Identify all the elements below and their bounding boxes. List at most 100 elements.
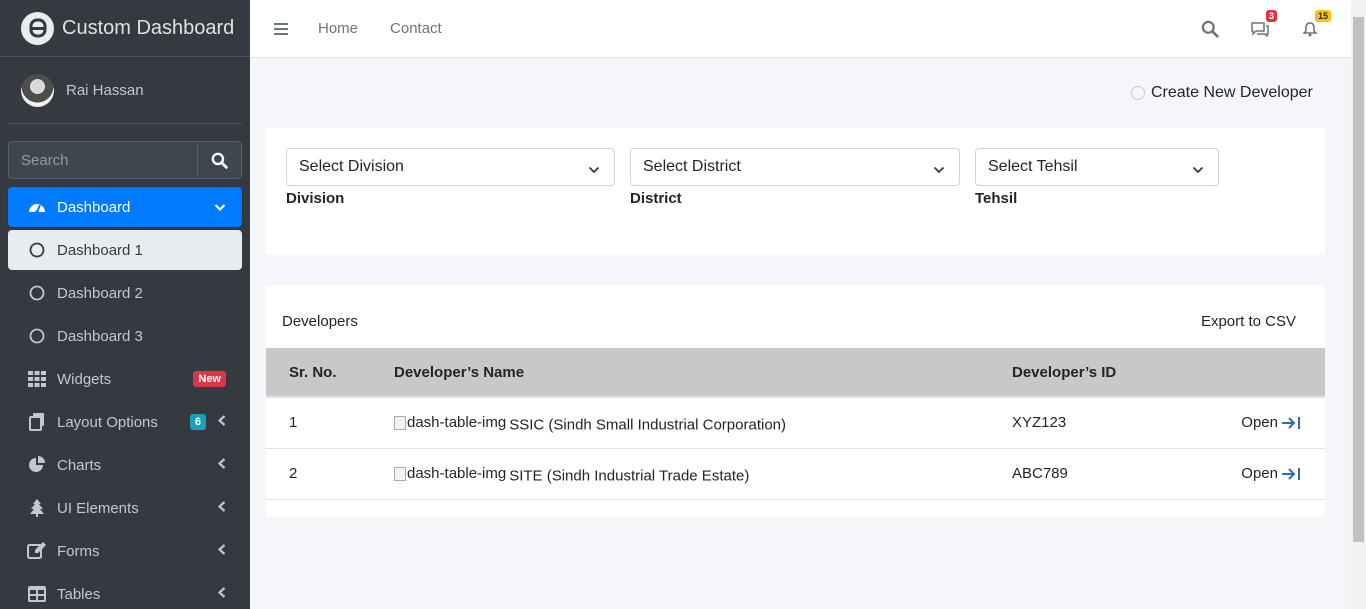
circle-icon [27,326,47,346]
search-icon [211,152,228,169]
new-badge: New [193,371,226,387]
chevron-left-icon [217,586,226,603]
sidebar-nav: Dashboard Dashboard 1 Dashboard 2 Dashbo… [8,187,242,609]
district-select[interactable]: Select District [630,148,960,186]
tree-icon [27,498,47,518]
tehsil-select[interactable]: Select Tehsil [975,148,1219,186]
user-panel[interactable]: Rai Hassan [8,57,242,124]
brand-text: Custom Dashboard [62,16,235,39]
chevron-down-icon [588,161,600,179]
tehsil-label: Tehsil [975,190,1018,207]
hamburger-menu-icon[interactable] [274,22,288,35]
sidebar-item-label: Forms [57,542,100,560]
sidebar-item-dashboard-2[interactable]: Dashboard 2 [8,273,242,313]
circle-icon [27,283,47,303]
sidebar-item-label: Layout Options [57,413,158,431]
division-select[interactable]: Select Division [286,148,615,186]
brand-link[interactable]: Custom Dashboard [0,0,250,57]
image-alt-text: dash-table-img [407,465,507,482]
cell-sr-no: 2 [289,465,298,482]
table-row: 1 dash-table-img SSIC (Sindh Small Indust… [266,398,1325,449]
nav-contact-link[interactable]: Contact [390,20,442,37]
messages-button[interactable]: 3 [1235,10,1285,37]
page-scrollbar[interactable] [1351,0,1366,609]
notifications-badge: 15 [1314,10,1331,22]
create-new-developer-link[interactable]: Create New Developer [1131,84,1313,102]
division-label: Division [286,190,345,207]
chevron-down-icon [1192,161,1204,179]
top-navbar: Home Contact 3 15 [250,0,1351,58]
column-header-sr-no[interactable]: Sr. No. [289,364,337,381]
sidebar-search-input[interactable] [8,141,197,179]
nav-home-link[interactable]: Home [318,20,358,37]
copy-icon [27,412,47,432]
sidebar-item-label: Dashboard 2 [57,284,143,302]
sidebar: Custom Dashboard Rai Hassan Dashboard Da… [0,0,250,609]
user-name: Rai Hassan [66,81,144,99]
sidebar-item-charts[interactable]: Charts [8,445,242,485]
image-alt-text: dash-table-img [407,414,507,431]
grid-icon [27,369,47,389]
sign-in-arrow-icon [1282,416,1300,429]
pie-chart-icon [27,455,47,475]
cell-developer-id: ABC789 [1012,465,1068,482]
brand-logo-icon [21,11,54,45]
sidebar-item-dashboard[interactable]: Dashboard [8,187,242,227]
plus-circle-icon [1131,86,1145,100]
district-label: District [630,190,682,207]
sidebar-item-dashboard-1[interactable]: Dashboard 1 [8,230,242,270]
sidebar-item-label: Charts [57,456,102,474]
tachometer-icon [27,197,47,217]
bell-icon [1302,22,1318,37]
chevron-down-icon [933,161,945,179]
cell-developer-name: dash-table-img SITE (Sindh Industrial Tra… [394,465,749,485]
search-icon [1201,20,1219,38]
export-csv-button[interactable]: Export to CSV [1201,313,1296,330]
cell-developer-name: dash-table-img SSIC (Sindh Small Industri… [394,414,786,434]
sidebar-item-label: Tables [57,585,101,603]
create-new-developer-label: Create New Developer [1151,84,1313,101]
count-badge: 6 [189,414,206,430]
scrollbar-thumb[interactable] [1353,17,1364,542]
filter-card: Select Division Division Select District… [266,128,1325,254]
avatar [21,73,54,107]
column-header-developer-id[interactable]: Developer’s ID [1012,364,1116,381]
sidebar-item-widgets[interactable]: Widgets New [8,359,242,399]
sidebar-item-label: Dashboard 3 [57,327,143,345]
navbar-icons: 3 15 [1185,0,1335,58]
sidebar-item-label: Widgets [57,370,112,388]
messages-badge: 3 [1265,10,1277,22]
broken-image-icon: dash-table-img [394,465,506,482]
navbar-search-button[interactable] [1185,20,1235,38]
table-title: Developers [282,313,358,330]
tehsil-select-value: Select Tehsil [988,158,1078,175]
sidebar-search [8,141,242,179]
cell-developer-id: XYZ123 [1012,414,1067,431]
sidebar-item-tables[interactable]: Tables [8,574,242,609]
table-row: 2 dash-table-img SITE (Sindh Industrial T… [266,449,1325,500]
sidebar-item-layout-options[interactable]: Layout Options 6 [8,402,242,442]
sidebar-item-label: Dashboard 1 [57,241,143,259]
sidebar-search-button[interactable] [197,141,242,179]
circle-icon [27,240,47,260]
chevron-left-icon [217,543,226,560]
chevron-left-icon [217,500,226,517]
table-icon [27,584,47,604]
developers-table-card: Developers Export to CSV Sr. No. Develop… [266,286,1325,517]
comments-icon [1251,22,1269,37]
open-label: Open [1241,414,1278,431]
column-header-developer-name[interactable]: Developer’s Name [394,364,524,381]
sidebar-item-label: UI Elements [57,499,139,517]
edit-icon [27,541,47,561]
chevron-left-icon [217,457,226,474]
sidebar-item-dashboard-3[interactable]: Dashboard 3 [8,316,242,356]
developer-name-text: SSIC (Sindh Small Industrial Corporation… [509,416,787,434]
table-header: Sr. No. Developer’s Name Developer’s ID [266,348,1325,398]
open-developer-link[interactable]: Open [1241,465,1301,482]
chevron-down-icon [214,199,226,216]
notifications-button[interactable]: 15 [1285,10,1335,37]
sidebar-item-ui-elements[interactable]: UI Elements [8,488,242,528]
broken-image-icon: dash-table-img [394,414,506,431]
sidebar-item-forms[interactable]: Forms [8,531,242,571]
open-developer-link[interactable]: Open [1241,414,1301,431]
